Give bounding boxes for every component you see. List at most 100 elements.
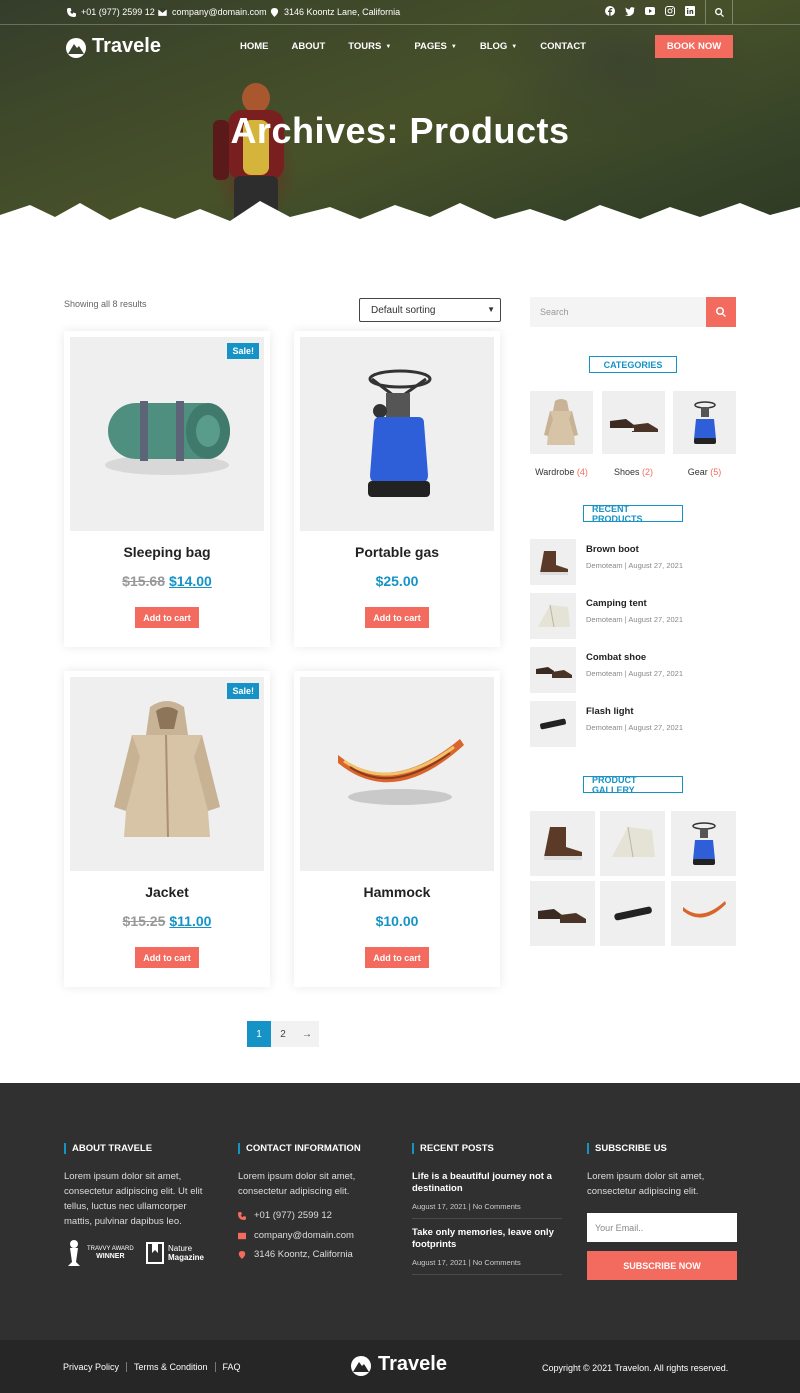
footer-logo[interactable]: Travele xyxy=(349,1353,447,1376)
category-thumb xyxy=(530,391,593,454)
magazine-badge: Nature Magazine xyxy=(146,1242,204,1264)
nav-label: HOME xyxy=(240,41,269,52)
footer-phone[interactable]: +01 (977) 2599 12 xyxy=(238,1210,332,1221)
product-price: $10.00 xyxy=(294,913,500,929)
topbar-phone[interactable]: +01 (977) 2599 12 xyxy=(67,7,155,17)
category-gear[interactable]: Gear (5) xyxy=(673,391,736,477)
recent-product-item[interactable]: Flash light Demoteam | August 27, 2021 xyxy=(530,701,736,747)
product-price: $15.68 $14.00 xyxy=(64,573,270,589)
product-card[interactable]: Portable gas $25.00 Add to cart xyxy=(294,331,500,647)
recent-author: Demoteam xyxy=(586,723,623,732)
gallery-item[interactable] xyxy=(671,881,736,946)
recent-title[interactable]: Camping tent xyxy=(586,598,647,609)
category-label: Wardrobe (4) xyxy=(530,467,593,477)
category-wardrobe[interactable]: Wardrobe (4) xyxy=(530,391,593,477)
recent-title[interactable]: Combat shoe xyxy=(586,652,646,663)
footer-email[interactable]: company@domain.com xyxy=(238,1230,354,1241)
results-count: Showing all 8 results xyxy=(64,299,147,309)
recent-date: August 27, 2021 xyxy=(628,669,684,678)
product-name[interactable]: Hammock xyxy=(294,884,500,900)
product-image[interactable] xyxy=(300,677,494,871)
product-gallery-title: PRODUCT GALLERY xyxy=(583,775,683,795)
add-to-cart-button[interactable]: Add to cart xyxy=(365,947,429,968)
portable-gas-image xyxy=(692,822,716,865)
faq-link[interactable]: FAQ xyxy=(216,1362,248,1372)
gallery-item[interactable] xyxy=(671,811,736,876)
product-name[interactable]: Sleeping bag xyxy=(64,544,270,560)
hammock-image xyxy=(338,739,464,805)
recent-product-item[interactable]: Combat shoe Demoteam | August 27, 2021 xyxy=(530,647,736,693)
post-meta: August 17, 2021 | No Comments xyxy=(412,1202,521,1211)
recent-date: August 27, 2021 xyxy=(628,723,684,732)
category-thumb xyxy=(602,391,665,454)
category-label: Shoes (2) xyxy=(602,467,665,477)
gallery-item[interactable] xyxy=(600,881,665,946)
nav-item-home[interactable]: HOME xyxy=(240,41,269,52)
flash-light-image xyxy=(540,718,566,730)
nav-item-contact[interactable]: CONTACT xyxy=(540,41,586,52)
page-1-link[interactable]: 1 xyxy=(247,1021,271,1047)
categories-title: CATEGORIES xyxy=(589,356,677,373)
post-divider xyxy=(412,1218,562,1219)
gallery-item[interactable] xyxy=(530,811,595,876)
product-name[interactable]: Portable gas xyxy=(294,544,500,560)
add-to-cart-button[interactable]: Add to cart xyxy=(135,607,199,628)
camping-tent-image xyxy=(538,604,570,628)
product-image[interactable]: Sale! xyxy=(70,337,264,531)
nav-item-tours[interactable]: TOURS ▼ xyxy=(348,41,391,52)
product-image[interactable] xyxy=(300,337,494,531)
old-price: $15.68 xyxy=(122,573,165,589)
post-comments[interactable]: No Comments xyxy=(473,1258,521,1267)
linkedin-icon[interactable] xyxy=(684,5,696,17)
product-image[interactable]: Sale! xyxy=(70,677,264,871)
subscribe-button[interactable]: SUBSCRIBE NOW xyxy=(587,1251,737,1280)
topbar-email[interactable]: company@domain.com xyxy=(158,7,267,17)
subscribe-email-input[interactable]: Your Email.. xyxy=(587,1213,737,1242)
add-to-cart-button[interactable]: Add to cart xyxy=(135,947,199,968)
instagram-icon[interactable] xyxy=(664,5,676,17)
sale-badge: Sale! xyxy=(227,683,259,699)
product-card[interactable]: Sale! Sleeping bag $15.68 $14.00 Add to c… xyxy=(64,331,270,647)
recent-product-item[interactable]: Brown boot Demoteam | August 27, 2021 xyxy=(530,539,736,585)
chevron-down-icon: ▼ xyxy=(450,43,457,50)
search-input[interactable]: Search xyxy=(540,307,569,317)
recent-title[interactable]: Flash light xyxy=(586,706,634,717)
next-page-arrow-icon[interactable]: → xyxy=(295,1021,319,1047)
terms-link[interactable]: Terms & Condition xyxy=(127,1362,216,1372)
product-name[interactable]: Jacket xyxy=(64,884,270,900)
add-to-cart-button[interactable]: Add to cart xyxy=(365,607,429,628)
footer-email-text: company@domain.com xyxy=(254,1230,354,1241)
product-card[interactable]: Sale! Jacket $15.25 $11.00 Add to cart xyxy=(64,671,270,987)
nav-item-about[interactable]: ABOUT xyxy=(292,41,326,52)
product-card[interactable]: Hammock $10.00 Add to cart xyxy=(294,671,500,987)
youtube-icon[interactable] xyxy=(644,5,656,17)
twitter-icon[interactable] xyxy=(624,5,636,17)
recent-product-item[interactable]: Camping tent Demoteam | August 27, 2021 xyxy=(530,593,736,639)
post-title[interactable]: Take only memories, leave only footprint… xyxy=(412,1227,562,1251)
nav-item-pages[interactable]: PAGES ▼ xyxy=(414,41,457,52)
sidebar-search: Search xyxy=(530,297,736,327)
post-comments[interactable]: No Comments xyxy=(473,1202,521,1211)
page-2-link[interactable]: 2 xyxy=(271,1021,295,1047)
nav-label: PAGES xyxy=(414,41,447,52)
recent-title[interactable]: Brown boot xyxy=(586,544,639,555)
post-title[interactable]: Life is a beautiful journey not a destin… xyxy=(412,1171,562,1195)
header-search-button[interactable] xyxy=(705,0,733,24)
pagination: 1 2 → xyxy=(247,1021,319,1047)
facebook-icon[interactable] xyxy=(604,5,616,17)
gas-thumb-image xyxy=(694,401,716,444)
brown-boot-image xyxy=(540,551,568,575)
recent-meta: Demoteam | August 27, 2021 xyxy=(586,615,684,624)
category-shoes[interactable]: Shoes (2) xyxy=(602,391,665,477)
topbar-email-text: company@domain.com xyxy=(172,7,267,17)
book-now-button[interactable]: BOOK NOW xyxy=(655,35,733,58)
jacket-image xyxy=(114,701,220,838)
site-logo[interactable]: Travele xyxy=(64,35,161,58)
gallery-item[interactable] xyxy=(600,811,665,876)
search-button[interactable] xyxy=(706,297,736,327)
gallery-item[interactable] xyxy=(530,881,595,946)
nav-item-blog[interactable]: BLOG ▼ xyxy=(480,41,517,52)
privacy-policy-link[interactable]: Privacy Policy xyxy=(63,1362,128,1372)
footer-posts-title: RECENT POSTS xyxy=(412,1143,494,1154)
sort-select[interactable]: Default sorting ▼ xyxy=(359,298,501,322)
